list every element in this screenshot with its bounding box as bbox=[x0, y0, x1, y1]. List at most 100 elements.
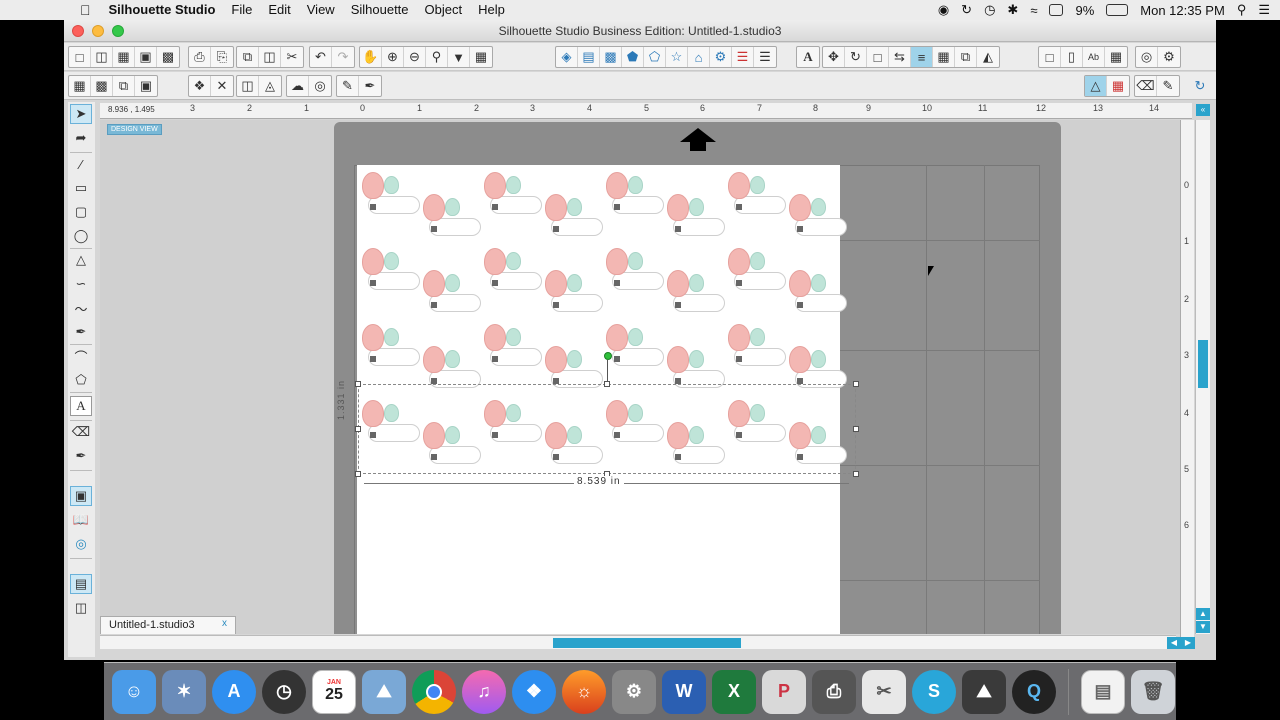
tab-untitled-1[interactable]: Untitled-1.studio3 x bbox=[100, 616, 236, 634]
trash-icon[interactable]: 🗑 bbox=[1131, 669, 1175, 714]
replicate-icon[interactable]: ▦ bbox=[933, 47, 955, 67]
rectangle-tool-icon[interactable]: ▭ bbox=[70, 178, 92, 198]
text-to-path-icon[interactable]: Ab bbox=[1083, 47, 1105, 67]
apple-menu-icon[interactable]:  bbox=[0, 0, 101, 20]
line-tool-icon[interactable]: ∕ bbox=[70, 154, 92, 174]
cut-icon[interactable]: ✂ bbox=[281, 47, 303, 67]
itunes-icon[interactable]: ♫ bbox=[462, 669, 506, 714]
undo-icon[interactable]: ↶ bbox=[310, 47, 332, 67]
zoom-fit-icon[interactable]: ▼ bbox=[448, 47, 470, 67]
scroll-up-icon[interactable]: ▲ bbox=[1196, 608, 1210, 620]
release-compound-icon[interactable]: ▣ bbox=[135, 76, 157, 96]
trace-icon[interactable]: ▯ bbox=[1061, 47, 1083, 67]
weld-icon[interactable]: ❖ bbox=[189, 76, 211, 96]
menu-view[interactable]: View bbox=[299, 0, 343, 20]
line-style-icon[interactable]: ☰ bbox=[754, 47, 776, 67]
document-icon[interactable]: ▤ bbox=[1081, 669, 1125, 714]
open-icon[interactable]: ◫ bbox=[91, 47, 113, 67]
menu-edit[interactable]: Edit bbox=[260, 0, 298, 20]
pan-icon[interactable]: ✋ bbox=[360, 47, 382, 67]
safari-icon[interactable]: ❖ bbox=[512, 669, 556, 714]
vertical-scroll-thumb[interactable] bbox=[1198, 340, 1208, 388]
send-backward-icon[interactable]: ◬ bbox=[259, 76, 281, 96]
settings-icon[interactable]: ⚙ bbox=[1158, 47, 1180, 67]
app-menu[interactable]: Silhouette Studio bbox=[101, 0, 224, 20]
shadow-icon[interactable]: ☁ bbox=[287, 76, 309, 96]
design-canvas[interactable]: 8.539 in 1.331 in DESIGN VIEW bbox=[100, 120, 1180, 634]
redo-icon[interactable]: ↷ bbox=[332, 47, 354, 67]
scroll-right-icon[interactable]: ▶ bbox=[1181, 637, 1195, 649]
library-icon[interactable]: 📖 bbox=[70, 510, 92, 530]
text-style-icon[interactable]: A bbox=[797, 47, 819, 67]
pentagon-icon[interactable]: ⬠ bbox=[644, 47, 666, 67]
cut-settings-icon[interactable]: △ bbox=[1085, 76, 1107, 96]
system-preferences-icon[interactable]: ⚙ bbox=[612, 669, 656, 714]
photo-booth-icon[interactable]: ⛰ bbox=[962, 669, 1006, 714]
resize-handle[interactable] bbox=[853, 471, 859, 477]
select-tool-icon[interactable]: ➤ bbox=[70, 104, 92, 124]
smooth-freehand-tool-icon[interactable]: ✒ bbox=[70, 322, 92, 342]
copy-icon[interactable]: ⧉ bbox=[237, 47, 259, 67]
menu-silhouette[interactable]: Silhouette bbox=[343, 0, 417, 20]
collapse-panel-icon[interactable]: « bbox=[1196, 104, 1210, 116]
send-to-silhouette-icon[interactable]: ⎘ bbox=[211, 47, 233, 67]
modify-icon[interactable]: ◭ bbox=[977, 47, 999, 67]
regular-polygon-tool-icon[interactable]: ⬠ bbox=[70, 370, 92, 390]
clock[interactable]: Mon 12:35 PM bbox=[1140, 3, 1225, 18]
flag-icon[interactable] bbox=[1049, 4, 1064, 16]
grid-icon[interactable]: ▦ bbox=[1105, 47, 1127, 67]
rotate-handle[interactable] bbox=[604, 352, 612, 360]
excel-icon[interactable]: X bbox=[712, 669, 756, 714]
pen-icon[interactable]: ✒ bbox=[359, 76, 381, 96]
nest-icon[interactable]: ⧉ bbox=[955, 47, 977, 67]
app-store-icon[interactable]: A bbox=[212, 669, 256, 714]
resize-handle[interactable] bbox=[355, 426, 361, 432]
resize-handle[interactable] bbox=[853, 426, 859, 432]
calendar-icon[interactable]: JAN 25 bbox=[312, 669, 356, 714]
shape-icon[interactable]: ⬟ bbox=[622, 47, 644, 67]
scroll-down-icon[interactable]: ▼ bbox=[1196, 621, 1210, 633]
preview-icon[interactable]: ✶ bbox=[162, 669, 206, 714]
mirror-icon[interactable]: ⇆ bbox=[889, 47, 911, 67]
split-view-icon[interactable]: ◫ bbox=[70, 598, 92, 618]
ellipse-tool-icon[interactable]: ◯ bbox=[70, 226, 92, 246]
delete-icon[interactable]: ✕ bbox=[211, 76, 233, 96]
printer-icon[interactable]: ⎙ bbox=[812, 669, 856, 714]
gear-outline-icon[interactable]: ⚙ bbox=[710, 47, 732, 67]
battery-icon[interactable] bbox=[1106, 4, 1129, 16]
eraser-tool-icon[interactable]: ⌫ bbox=[70, 422, 92, 442]
make-compound-icon[interactable]: ⧉ bbox=[113, 76, 135, 96]
online-store-icon[interactable]: ◎ bbox=[70, 534, 92, 554]
curve-tool-icon[interactable]: ∽ bbox=[70, 274, 92, 294]
spotlight-icon[interactable]: ⚲ bbox=[1237, 2, 1247, 18]
group-icon[interactable]: ▦ bbox=[69, 76, 91, 96]
line-color-icon[interactable]: ☰ bbox=[732, 47, 754, 67]
chrome-icon[interactable] bbox=[412, 669, 456, 714]
sketch-icon[interactable]: ✎ bbox=[337, 76, 359, 96]
zoom-in-icon[interactable]: ⊕ bbox=[382, 47, 404, 67]
finder-icon[interactable]: ☺ bbox=[112, 669, 156, 714]
firefox-icon[interactable]: ☼ bbox=[562, 669, 606, 714]
photos-icon[interactable]: ⛰ bbox=[362, 669, 406, 714]
word-icon[interactable]: W bbox=[662, 669, 706, 714]
eraser-icon[interactable]: ⌫ bbox=[1135, 76, 1157, 96]
point-edit-tool-icon[interactable]: ➦ bbox=[70, 128, 92, 148]
wifi-icon[interactable]: ≈ bbox=[1030, 3, 1037, 18]
battery-percent[interactable]: 9% bbox=[1075, 3, 1094, 18]
freehand-tool-icon[interactable]: 〜 bbox=[70, 298, 92, 318]
polygon-tool-icon[interactable]: △ bbox=[70, 250, 92, 270]
silhouette-icon[interactable]: S bbox=[912, 669, 956, 714]
menu-help[interactable]: Help bbox=[470, 0, 513, 20]
dashboard-icon[interactable]: ◷ bbox=[262, 669, 306, 714]
paste-icon[interactable]: ◫ bbox=[259, 47, 281, 67]
rotate-icon[interactable]: ↻ bbox=[845, 47, 867, 67]
bluetooth-icon[interactable]: ✱ bbox=[1007, 2, 1018, 18]
house-icon[interactable]: ⌂ bbox=[688, 47, 710, 67]
sync-icon[interactable]: ↻ bbox=[961, 2, 972, 18]
zoom-drag-icon[interactable]: ⚲ bbox=[426, 47, 448, 67]
knife-tool-icon[interactable]: ✒ bbox=[70, 446, 92, 466]
offset-icon[interactable]: □ bbox=[1039, 47, 1061, 67]
vertical-scrollbar[interactable] bbox=[1195, 120, 1210, 634]
move-icon[interactable]: ✥ bbox=[823, 47, 845, 67]
resize-handle[interactable] bbox=[355, 381, 361, 387]
